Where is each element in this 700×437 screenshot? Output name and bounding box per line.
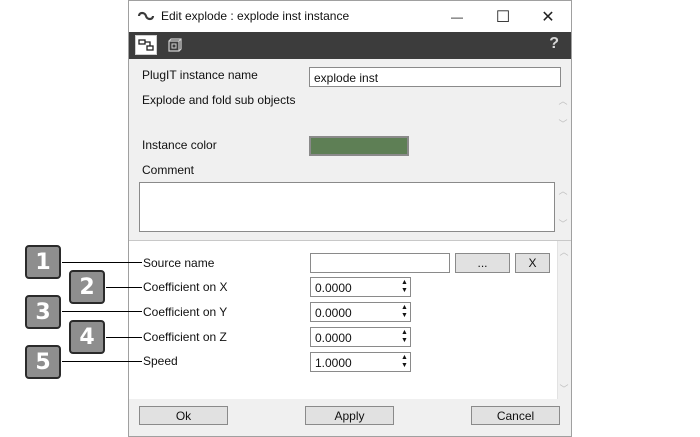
scroll-down-icon: ﹀: [558, 219, 568, 229]
instance-color-label: Instance color: [142, 138, 217, 152]
coefficient-z-label: Coefficient on Z: [143, 330, 227, 344]
instance-name-field[interactable]: explode inst: [309, 67, 561, 87]
coefficient-z-value: 0.0000: [315, 331, 352, 345]
cancel-button[interactable]: Cancel: [471, 406, 560, 425]
speed-value: 1.0000: [315, 356, 352, 370]
scroll-up-icon: ︿: [558, 186, 568, 196]
coefficient-y-value: 0.0000: [315, 306, 352, 320]
spin-up-icon: ▲: [401, 304, 408, 311]
app-logo-icon: [137, 11, 155, 21]
coefficient-z-field[interactable]: 0.0000 ▲ ▼: [310, 327, 411, 347]
minimize-button[interactable]: —: [435, 1, 479, 32]
coefficient-y-spinner[interactable]: ▲ ▼: [399, 303, 410, 321]
callout-badge-2: 2: [69, 270, 105, 304]
callout-badge-5: 5: [25, 345, 61, 379]
object-view-button[interactable]: [164, 35, 186, 55]
speed-label: Speed: [143, 354, 178, 368]
close-button[interactable]: ✕: [526, 1, 570, 32]
callout-badge-3: 3: [25, 295, 61, 329]
scroll-down-icon: ﹀: [559, 384, 569, 394]
callout-leader-4: [106, 337, 142, 338]
coefficient-x-field[interactable]: 0.0000 ▲ ▼: [310, 277, 411, 297]
spin-down-icon: ▼: [401, 337, 408, 344]
parameters-scrollbar[interactable]: ︿ ﹀: [558, 245, 570, 395]
scroll-up-icon: ︿: [558, 96, 568, 106]
speed-spinner[interactable]: ▲ ▼: [399, 353, 410, 371]
coefficient-x-value: 0.0000: [315, 281, 352, 295]
window-title: Edit explode : explode inst instance: [161, 9, 350, 23]
plugit-view-button[interactable]: [135, 35, 157, 55]
callout-leader-5: [62, 361, 142, 362]
coefficient-y-label: Coefficient on Y: [143, 305, 228, 319]
browse-source-button[interactable]: ...: [455, 253, 510, 273]
edit-instance-dialog: Edit explode : explode inst instance — ☐…: [128, 0, 572, 437]
apply-button[interactable]: Apply: [305, 406, 394, 425]
ok-button[interactable]: Ok: [139, 406, 228, 425]
source-name-label: Source name: [143, 256, 215, 270]
instance-description: Explode and fold sub objects: [142, 93, 296, 107]
callout-badge-1: 1: [25, 245, 61, 279]
coefficient-x-label: Coefficient on X: [143, 280, 228, 294]
coefficient-x-spinner[interactable]: ▲ ▼: [399, 278, 410, 296]
callout-leader-2: [106, 287, 142, 288]
source-name-field[interactable]: [310, 253, 450, 273]
description-scrollbar[interactable]: ︿ ﹀: [557, 94, 569, 130]
plugit-graph-icon: [138, 39, 154, 51]
callout-leader-1: [62, 262, 142, 263]
callout-badge-4: 4: [69, 320, 105, 354]
maximize-button[interactable]: ☐: [481, 1, 525, 32]
coefficient-y-field[interactable]: 0.0000 ▲ ▼: [310, 302, 411, 322]
instance-color-swatch[interactable]: [309, 136, 409, 156]
clear-source-button[interactable]: X: [515, 253, 550, 273]
spin-up-icon: ▲: [401, 329, 408, 336]
comment-field[interactable]: [139, 182, 555, 232]
toolbar: ?: [129, 32, 571, 59]
close-icon: ✕: [541, 8, 555, 26]
comment-scrollbar[interactable]: ︿ ﹀: [557, 184, 569, 230]
spin-up-icon: ▲: [401, 354, 408, 361]
scroll-up-icon: ︿: [559, 247, 569, 257]
help-icon[interactable]: ?: [549, 35, 559, 53]
spin-down-icon: ▼: [401, 362, 408, 369]
spin-down-icon: ▼: [401, 287, 408, 294]
callout-leader-3: [62, 311, 142, 312]
minimize-icon: —: [451, 9, 463, 24]
comment-label: Comment: [142, 163, 195, 177]
instance-name-label: PlugIT instance name: [142, 68, 258, 82]
spin-up-icon: ▲: [401, 279, 408, 286]
maximize-icon: ☐: [495, 8, 511, 26]
cube-object-icon: [168, 38, 182, 52]
speed-field[interactable]: 1.0000 ▲ ▼: [310, 352, 411, 372]
scroll-down-icon: ﹀: [558, 119, 568, 129]
spin-down-icon: ▼: [401, 312, 408, 319]
coefficient-z-spinner[interactable]: ▲ ▼: [399, 328, 410, 346]
title-bar: Edit explode : explode inst instance — ☐…: [129, 1, 571, 32]
